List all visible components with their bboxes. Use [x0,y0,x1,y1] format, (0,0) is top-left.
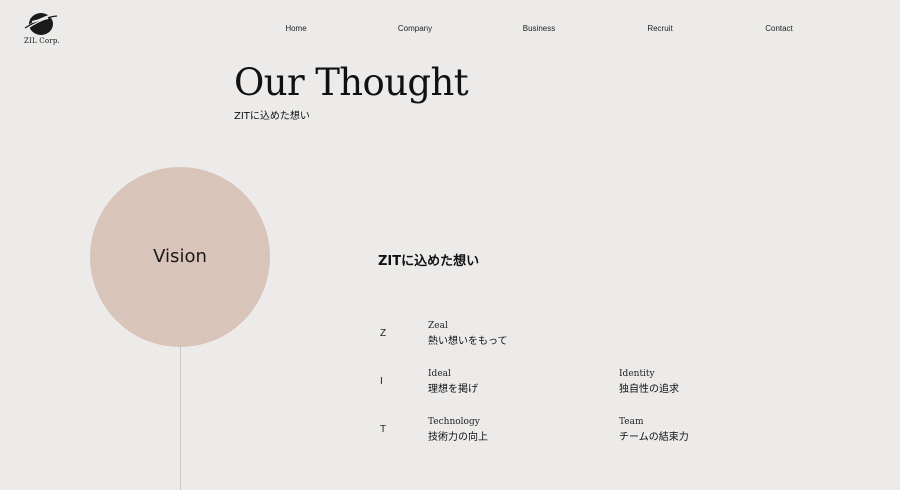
top-nav: Home Company Business Recruit Contact [0,22,900,36]
vision-label: Vision [153,246,207,267]
nav-business[interactable]: Business [523,22,555,36]
nav-home[interactable]: Home [285,22,306,36]
page-subtitle: ZITに込めた想い [234,111,310,122]
value-item-team: Team チームの結束力 [619,416,689,445]
vision-circle: Vision [90,167,270,347]
value-item-zeal: Zeal 熱い想いをもって [428,320,508,349]
value-item-ideal: Ideal 理想を掲げ [428,368,478,397]
letter-t: T [380,424,387,435]
value-jp: 技術力の向上 [428,432,488,443]
value-en: Zeal [428,321,448,331]
section-heading: ZITに込めた想い [378,254,480,269]
letter-i: I [380,376,383,387]
timeline-line [180,347,181,490]
value-jp: チームの結束力 [619,432,689,443]
value-item-technology: Technology 技術力の向上 [428,416,488,445]
page-title: Our Thought [234,61,469,104]
value-en: Team [619,417,644,427]
value-item-identity: Identity 独自性の追求 [619,368,679,397]
value-en: Ideal [428,369,451,379]
nav-contact[interactable]: Contact [765,22,793,36]
value-jp: 熱い想いをもって [428,336,508,347]
logo-text: ZIL Corp. [24,37,60,45]
value-jp: 独自性の追求 [619,384,679,395]
value-en: Technology [428,417,480,427]
value-jp: 理想を掲げ [428,384,478,395]
letter-z: Z [380,328,387,339]
value-en: Identity [619,369,655,379]
nav-recruit[interactable]: Recruit [647,22,672,36]
nav-company[interactable]: Company [398,22,432,36]
